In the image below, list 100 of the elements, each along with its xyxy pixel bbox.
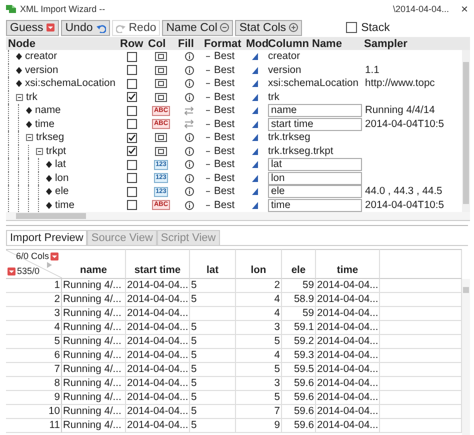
table-cell: Running 4/... [63,350,122,361]
dropdown-icon [46,23,56,32]
format-value[interactable]: Best [214,186,235,198]
column-header[interactable]: ele [282,249,316,279]
column-header[interactable]: name [62,249,126,279]
format-value[interactable]: Best [214,200,235,211]
dropdown-icon [7,266,16,276]
dropdown-icon [50,252,59,260]
table-cell: 2014-04-04... [317,322,378,333]
horizontal-scrollbar[interactable] [6,212,470,220]
info-icon [184,160,194,170]
info-icon [184,52,194,62]
vertical-scrollbar[interactable] [462,50,470,212]
row-checkbox[interactable] [127,92,137,102]
column-header[interactable]: lon [236,249,282,279]
row-checkbox[interactable] [127,160,137,170]
format-value[interactable]: Best [214,105,235,116]
node-label[interactable]: ele [55,186,69,198]
node-label[interactable]: xsi:schemaLocation [25,78,116,90]
node-label[interactable]: time [55,200,74,211]
sampler-value: Running 4/4/14 [365,105,435,116]
table-cell: Running 4/... [63,392,122,403]
column-name: trk.trkseg.trkpt [268,146,334,157]
row-number: 10 [48,406,60,417]
table-cell: Running 4/... [63,364,122,375]
file-path: \2014-04-04... [392,4,449,14]
table-cell: 2014-04-04... [317,336,378,347]
format-value[interactable]: Best [214,64,235,76]
table-cell: 59.3 [294,350,314,361]
row-checkbox[interactable] [127,65,137,76]
row-checkbox[interactable] [127,146,137,156]
table-cell: 5 [191,350,197,361]
column-name-field[interactable]: time [268,198,362,212]
table-cell: Running 4/... [63,378,122,389]
format-value[interactable]: Best [214,159,235,170]
format-value[interactable]: Best [214,78,235,90]
table-icon [155,146,167,156]
format-value[interactable]: Best [214,132,235,144]
column-name: xsi:schemaLocation [268,78,358,90]
close-button[interactable]: × [460,2,468,16]
node-label[interactable]: trkpt [46,146,66,157]
column-header: Col [147,38,167,50]
row-checkbox[interactable] [127,173,137,184]
swap-arrows-icon [184,106,194,116]
table-cell: 2014-04-04... [317,350,378,361]
format-value[interactable]: Best [214,172,235,184]
column-count: 6/0 Cols [16,251,49,261]
node-label[interactable]: creator [25,51,58,62]
node-label[interactable]: trkseg [36,132,64,144]
column-header[interactable]: time [316,249,380,279]
table-cell: 3 [274,322,280,333]
column-name-field[interactable]: name [268,104,362,118]
node-label[interactable]: lon [55,172,69,184]
column-header: Row [119,38,144,50]
table-cell: 59 [302,280,314,291]
row-checkbox[interactable] [127,132,137,143]
table-cell: 2014-04-04... [127,406,188,417]
column-header: Format [203,38,242,50]
toolbar-button[interactable]: Stat Cols [235,20,302,36]
table-cell: 2 [274,280,280,291]
row-checkbox[interactable] [127,119,137,130]
row-checkbox[interactable] [127,186,137,197]
node-label[interactable]: trk [26,92,38,103]
table-cell: Running 4/... [63,308,122,319]
format-value[interactable]: Best [214,92,235,103]
stack-checkbox[interactable] [346,22,358,33]
toolbar-button[interactable]: Guess [6,20,60,36]
row-number: 9 [54,392,60,403]
column-name: version [268,64,302,76]
row-checkbox[interactable] [127,106,137,116]
row-checkbox[interactable] [127,78,137,89]
format-value[interactable]: Best [214,146,235,157]
column-name-field[interactable]: start time [268,118,362,131]
column-name-field[interactable]: lat [268,158,362,172]
tab[interactable]: Import Preview [6,230,88,245]
table-cell: 5 [274,364,280,375]
table-cell: 59.1 [294,322,314,333]
node-label[interactable]: name [35,105,61,116]
table-cell: 2014-04-04... [317,308,378,319]
node-label[interactable]: version [25,64,58,76]
node-label[interactable]: lat [55,159,66,170]
row-checkbox[interactable] [127,52,137,62]
column-header[interactable]: lat [190,249,236,279]
table-cell: 2014-04-04... [127,308,188,319]
format-value[interactable]: Best [214,51,235,62]
toolbar-button[interactable]: Name Col [162,20,234,36]
table-cell: 3 [274,378,280,389]
toolbar-button[interactable]: Undo [61,20,110,36]
column-name-field[interactable]: ele [268,185,362,198]
node-label[interactable]: time [35,118,54,130]
column-name-field[interactable]: lon [268,172,362,185]
vertical-scrollbar[interactable] [462,279,470,435]
column-header[interactable]: start time [126,249,190,279]
row-checkbox[interactable] [127,200,137,210]
table-cell: 2014-04-04... [127,294,188,305]
row-number: 8 [54,378,60,389]
format-value[interactable]: Best [214,118,235,130]
plus-circle-icon [289,23,298,32]
column-header: Fill [177,38,195,50]
table-cell: 5 [191,364,197,375]
